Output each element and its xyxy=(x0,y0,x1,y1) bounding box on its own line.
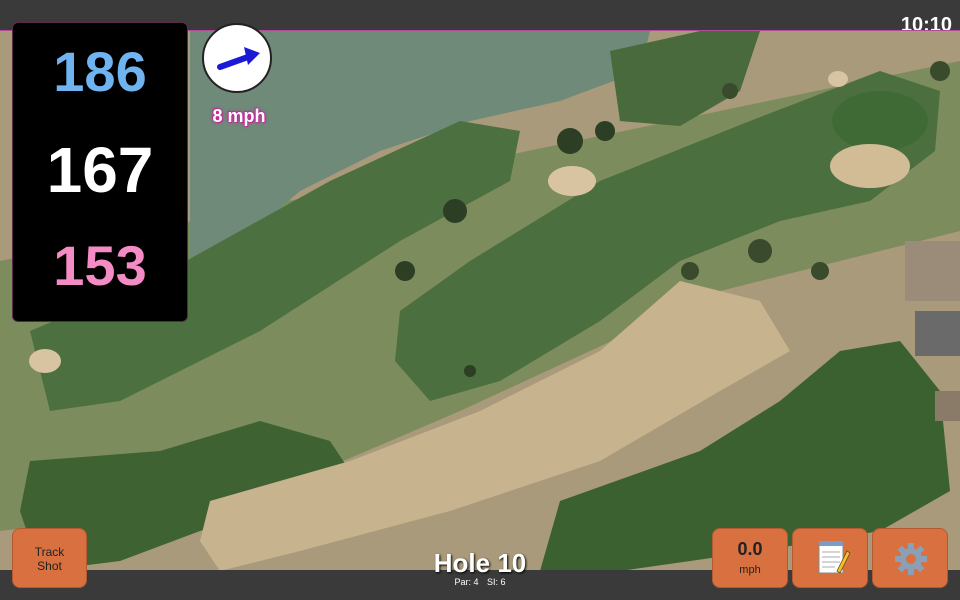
hole-title: Hole 10 xyxy=(433,548,527,578)
back-yardage: 186 xyxy=(53,40,147,103)
speed-button[interactable]: 0.0 mph xyxy=(712,528,788,588)
wind-direction-indicator xyxy=(202,23,272,93)
track-shot-label-line1: Track xyxy=(34,545,65,559)
hole-par: Par: 4 xyxy=(454,577,479,587)
track-shot-button[interactable]: Track Shot xyxy=(12,528,87,588)
settings-button[interactable] xyxy=(872,528,948,588)
speed-unit: mph xyxy=(739,564,761,576)
wind-arrow-icon xyxy=(217,47,260,70)
hole-details: Par: 4 SI: 6 xyxy=(380,577,580,587)
notepad-icon xyxy=(818,541,851,574)
wind-speed: 8 mph xyxy=(212,106,266,126)
gear-icon xyxy=(895,543,927,575)
hole-stroke-index: SI: 6 xyxy=(487,577,506,587)
track-shot-label-line2: Shot xyxy=(37,559,62,573)
middle-yardage: 167 xyxy=(46,134,154,206)
speed-value: 0.0 xyxy=(737,539,763,559)
notes-button[interactable] xyxy=(792,528,868,588)
yardage-panel: 186 167 153 xyxy=(12,22,188,322)
front-yardage: 153 xyxy=(53,234,147,297)
